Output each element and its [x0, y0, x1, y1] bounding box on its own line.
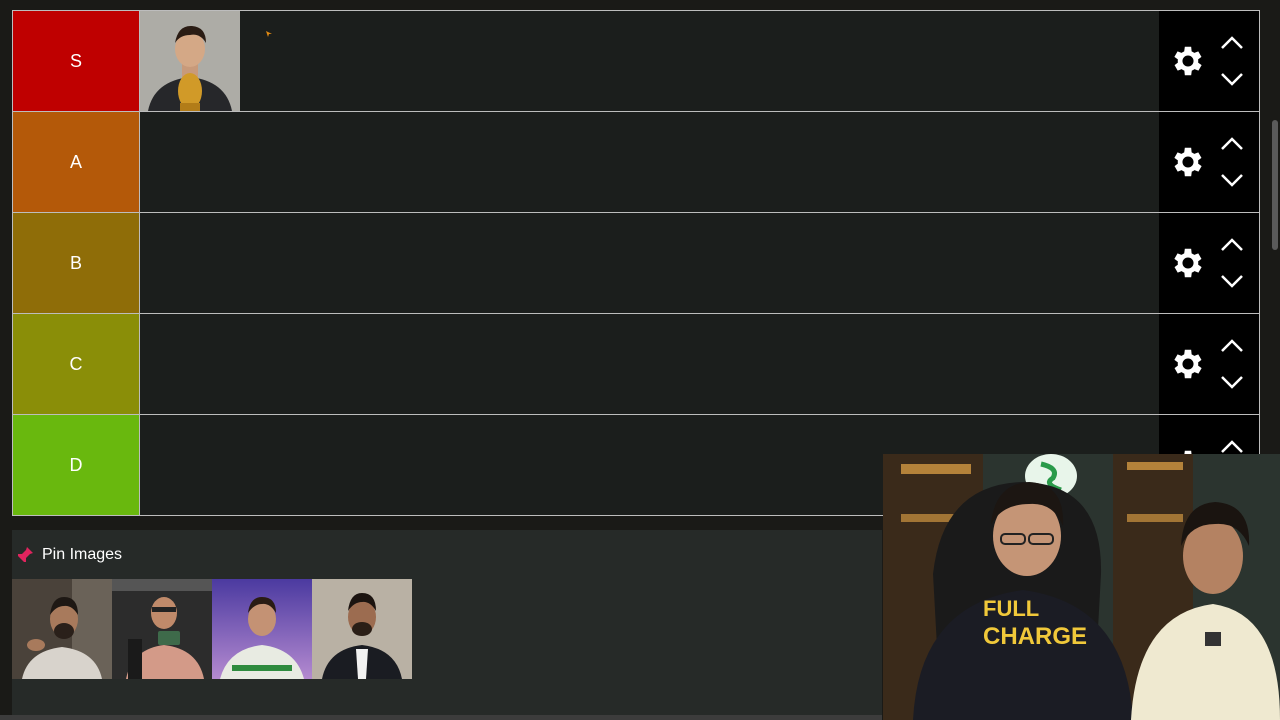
tier-label-c[interactable]: C: [13, 314, 140, 414]
tier-label-s[interactable]: S: [13, 11, 140, 111]
chevron-down-icon[interactable]: [1219, 71, 1245, 87]
pin-images-section: Pin Images: [12, 530, 882, 720]
tier-image-player[interactable]: [140, 11, 240, 111]
pin-image-3[interactable]: [212, 579, 312, 679]
tier-items-c[interactable]: [140, 314, 1159, 414]
tier-controls-s: [1159, 11, 1259, 111]
chevron-up-icon[interactable]: [1219, 237, 1245, 253]
mouse-cursor-icon: [266, 31, 272, 37]
tier-row-c: C: [12, 314, 1260, 415]
chevron-up-icon[interactable]: [1219, 35, 1245, 51]
chevron-up-icon[interactable]: [1219, 338, 1245, 354]
horizontal-scrollbar[interactable]: [0, 715, 882, 720]
vertical-scrollbar[interactable]: [1272, 120, 1278, 250]
pin-images-title: Pin Images: [42, 546, 123, 563]
chevron-down-icon[interactable]: [1219, 172, 1245, 188]
tier-label-a[interactable]: A: [13, 112, 140, 212]
tier-controls-a: [1159, 112, 1259, 212]
chevron-up-icon[interactable]: [1219, 439, 1245, 455]
tier-row-b: B: [12, 213, 1260, 314]
hoodie-print-2: CHARGE: [983, 623, 1087, 650]
pin-image-2[interactable]: [112, 579, 212, 679]
chevron-down-icon[interactable]: [1219, 273, 1245, 289]
tier-controls-b: [1159, 213, 1259, 313]
chevron-down-icon[interactable]: [1219, 374, 1245, 390]
tier-list: S A B C D: [12, 10, 1260, 516]
gear-icon[interactable]: [1169, 143, 1207, 181]
chevron-up-icon[interactable]: [1219, 136, 1245, 152]
tier-items-a[interactable]: [140, 112, 1159, 212]
hoodie-print: FULL: [983, 596, 1039, 621]
gear-icon[interactable]: [1169, 42, 1207, 80]
gear-icon[interactable]: [1169, 345, 1207, 383]
gear-icon[interactable]: [1169, 244, 1207, 282]
webcam-overlay: FULL CHARGE: [883, 454, 1280, 720]
tier-items-b[interactable]: [140, 213, 1159, 313]
pin-images-list: [12, 579, 882, 679]
tier-items-s[interactable]: [140, 11, 1159, 111]
pin-image-4[interactable]: [312, 579, 412, 679]
tier-controls-c: [1159, 314, 1259, 414]
tier-row-a: A: [12, 112, 1260, 213]
tier-row-s: S: [12, 11, 1260, 112]
pushpin-icon: [17, 547, 33, 563]
pin-image-1[interactable]: [12, 579, 112, 679]
tier-label-d[interactable]: D: [13, 415, 140, 515]
pin-images-header: Pin Images: [12, 530, 882, 566]
tier-label-b[interactable]: B: [13, 213, 140, 313]
